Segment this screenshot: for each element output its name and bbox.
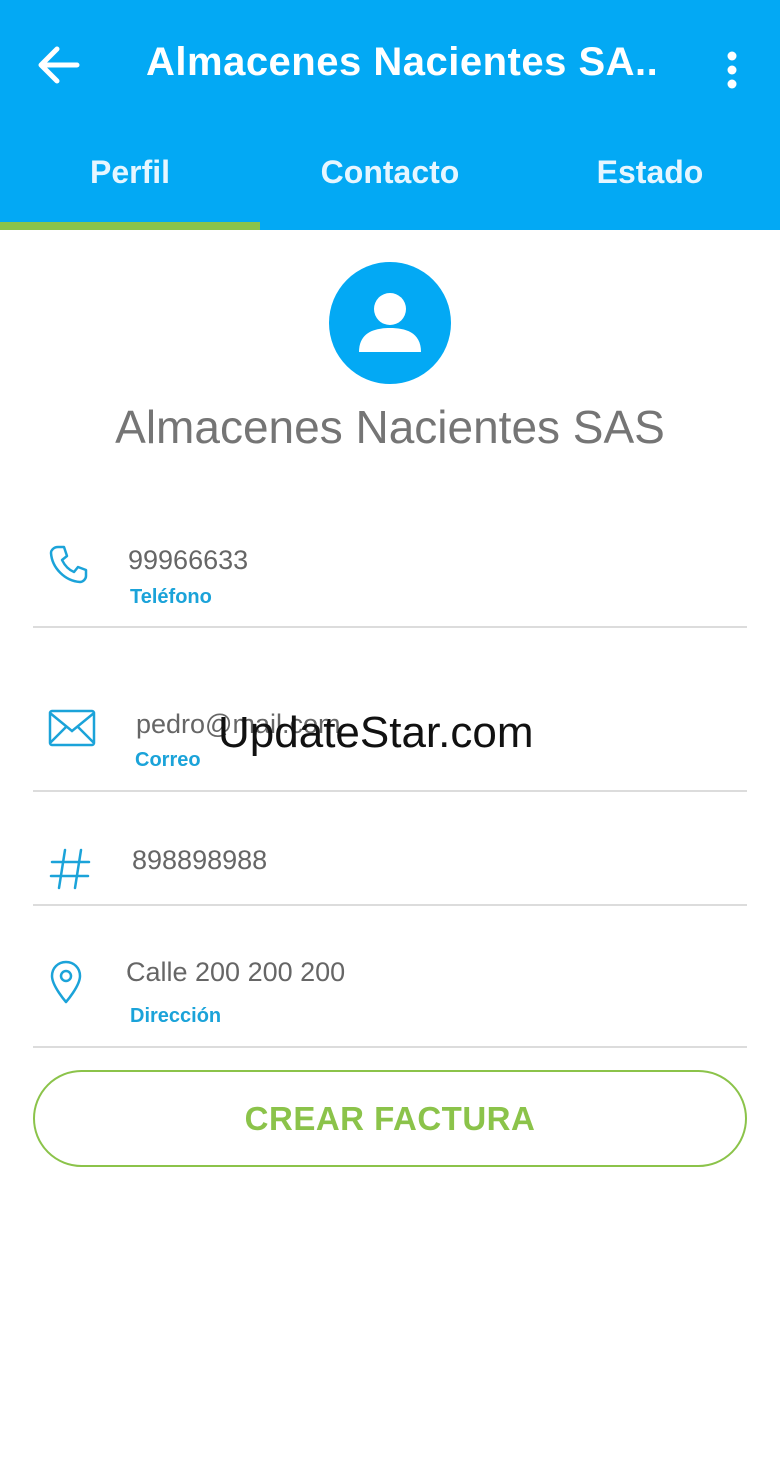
phone-row[interactable]: 99966633 Teléfono (33, 520, 747, 628)
address-label: Dirección (130, 1005, 222, 1027)
tab-estado[interactable]: Estado (520, 122, 780, 230)
avatar (329, 262, 451, 384)
tab-perfil[interactable]: Perfil (0, 122, 260, 230)
email-row[interactable]: pedro@mail.com Correo (33, 680, 747, 792)
person-icon (359, 293, 421, 352)
more-options-button[interactable] (712, 44, 752, 96)
address-value: Calle 200 200 200 (126, 957, 346, 987)
email-label: Correo (135, 749, 201, 771)
email-value: pedro@mail.com (136, 709, 341, 739)
tab-contacto[interactable]: Contacto (260, 122, 520, 230)
phone-icon (49, 545, 88, 584)
hash-icon (49, 848, 91, 890)
id-number-value: 898898988 (132, 845, 268, 875)
phone-label: Teléfono (130, 586, 212, 608)
mail-icon (48, 709, 96, 747)
phone-value: 99966633 (128, 545, 249, 575)
tab-estado-label: Estado (596, 153, 704, 190)
id-number-row[interactable]: 898898988 (33, 812, 747, 906)
active-tab-indicator (0, 222, 260, 230)
more-vert-icon (727, 51, 737, 89)
app-bar: Almacenes Nacientes SA.. (0, 0, 780, 122)
location-pin-icon (50, 960, 82, 1004)
tab-bar: Perfil Contacto Estado (0, 122, 780, 230)
profile-name: Almacenes Nacientes SAS (115, 401, 665, 453)
address-row[interactable]: Calle 200 200 200 Dirección (33, 930, 747, 1048)
arrow-left-icon (38, 46, 80, 84)
back-button[interactable] (30, 36, 88, 94)
tab-contacto-label: Contacto (320, 153, 460, 190)
tab-perfil-label: Perfil (89, 153, 171, 190)
create-invoice-button[interactable]: CREAR FACTURA (33, 1070, 747, 1167)
page-title: Almacenes Nacientes SA.. (146, 40, 659, 84)
